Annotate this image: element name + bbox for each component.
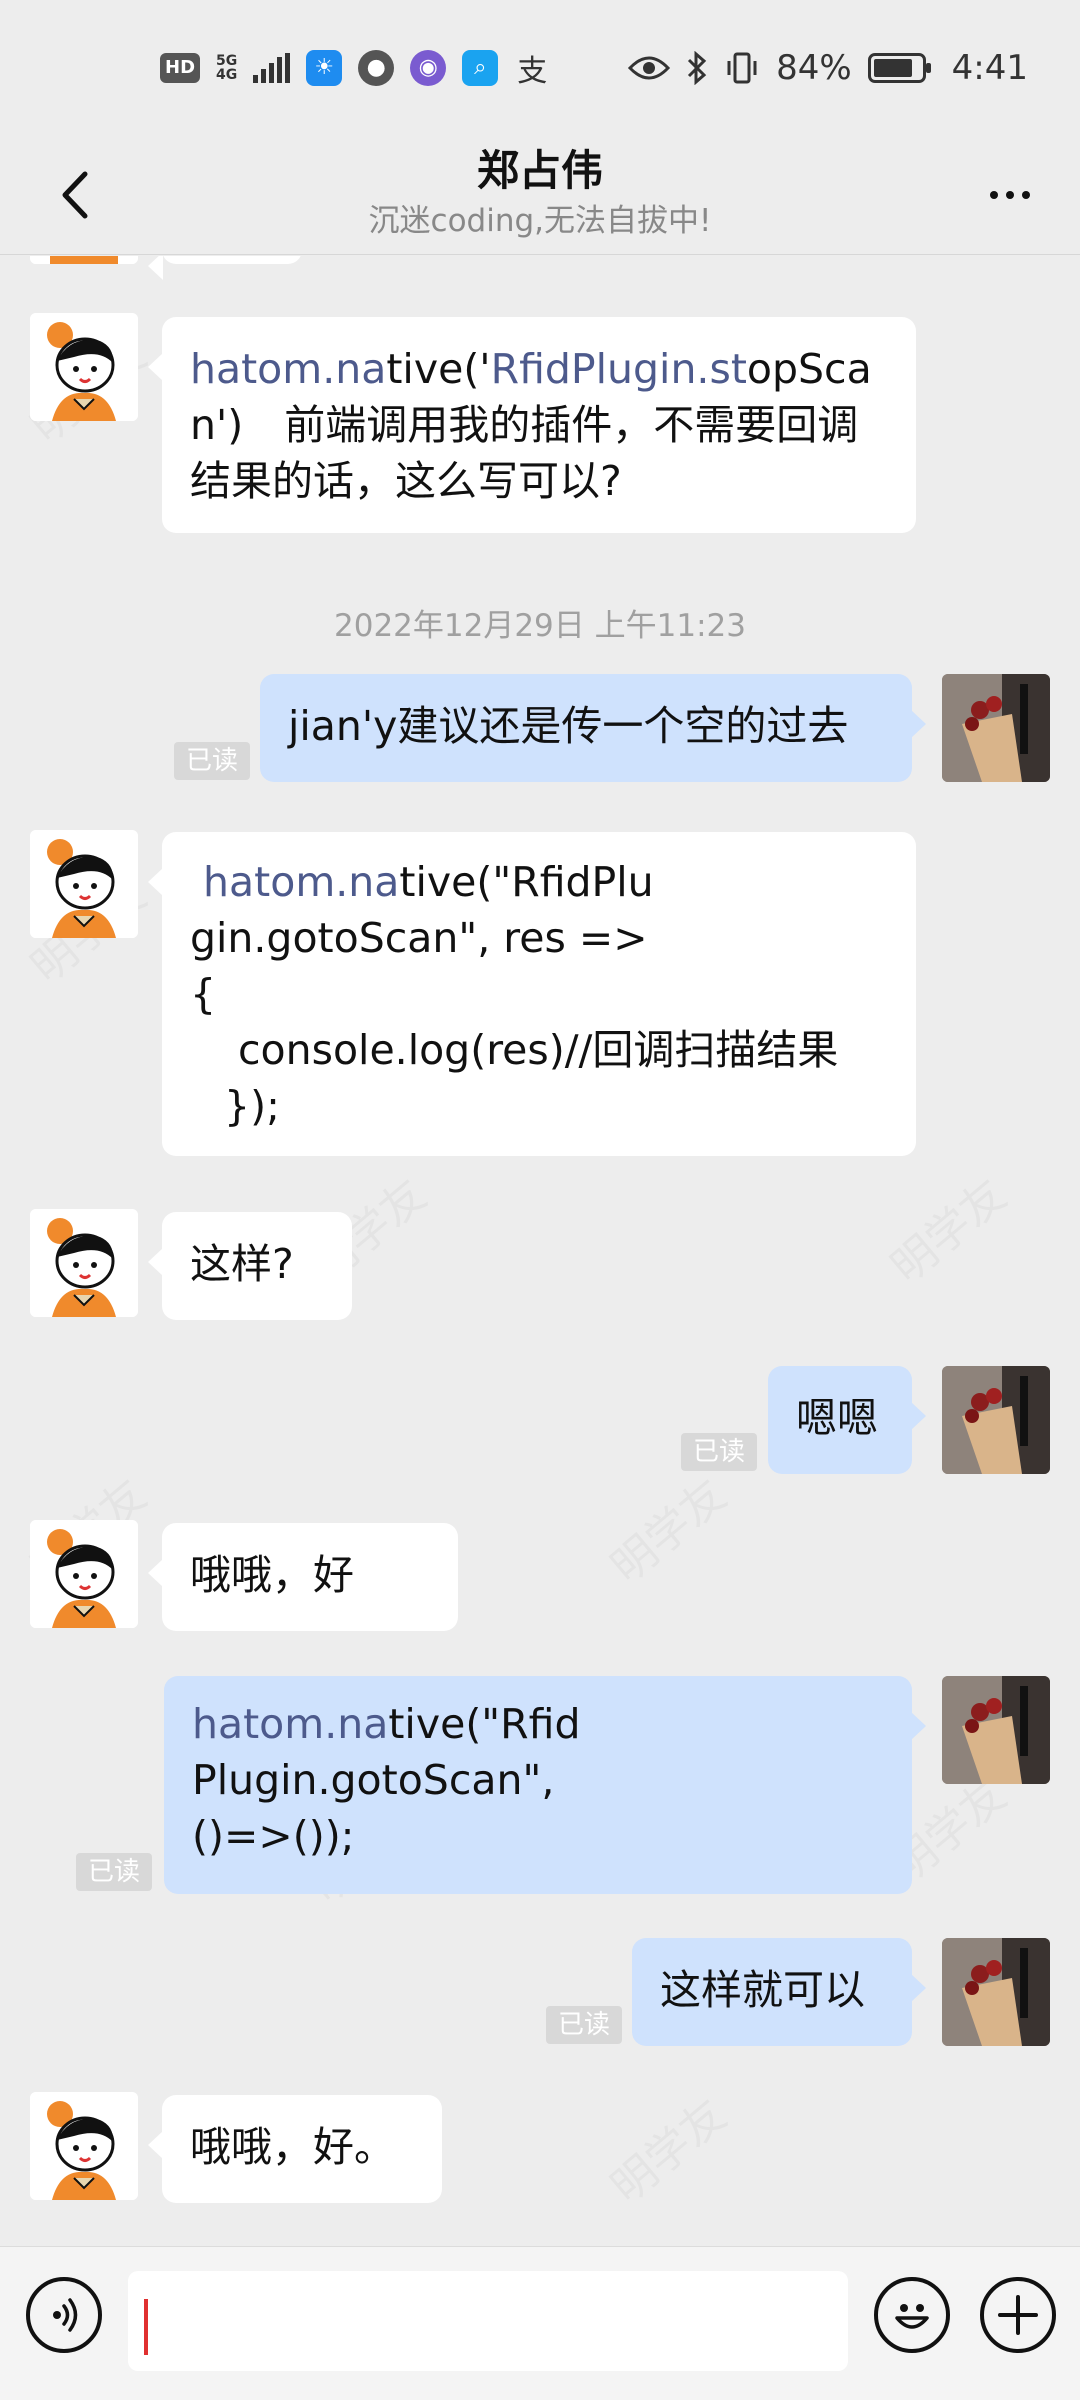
message-bubble-self[interactable]: jian'y建议还是传一个空的过去: [260, 674, 926, 782]
message-bubble[interactable]: 哦哦，好: [148, 1523, 458, 1631]
my-avatar[interactable]: [942, 674, 1050, 782]
chat-header: 郑占伟 沉迷coding,无法自拔中!: [0, 135, 1080, 255]
cartoon-avatar-icon: [30, 830, 138, 938]
contact-avatar[interactable]: [30, 313, 138, 421]
cartoon-avatar-icon: [30, 256, 138, 264]
hd-badge: HD: [160, 52, 201, 83]
more-dot-icon: [1006, 191, 1014, 199]
message-text: jian'y建议还是传一个空的过去: [288, 702, 849, 750]
code-line: hatom.native("RfidPlu: [190, 854, 888, 910]
message-timestamp: 2022年12月29日 上午11:23: [334, 608, 746, 644]
voice-icon: [53, 2298, 78, 2332]
highlighted-text: RfidPlugin.st: [490, 345, 747, 393]
code-line: ()=>());: [192, 1812, 355, 1860]
read-receipt: 已读: [681, 1433, 758, 1471]
battery-percent: 84%: [776, 47, 852, 88]
vibrate-icon: [727, 52, 757, 83]
message-bubble[interactable]: hatom.native('RfidPlugin.stopScan') 前端调用…: [148, 317, 916, 533]
my-avatar[interactable]: [942, 1366, 1050, 1474]
code-line: hatom.native("Rfid: [192, 1696, 884, 1752]
status-bar-right: 84% 4:41: [628, 48, 1028, 88]
more-dot-icon: [1022, 191, 1030, 199]
cartoon-avatar-icon: [30, 1520, 138, 1628]
text-cursor: [144, 2299, 148, 2355]
contact-avatar[interactable]: [30, 256, 138, 264]
message-bubble[interactable]: 哦哦，好。: [148, 2095, 442, 2203]
clock: 4:41: [951, 47, 1028, 88]
weather-icon: ☀: [306, 49, 343, 86]
message-text: 嗯嗯: [796, 1394, 878, 1442]
emoji-icon: [895, 2304, 929, 2329]
highlighted-text: hatom.na: [203, 858, 400, 906]
cartoon-avatar-icon: [30, 2092, 138, 2200]
message-text: 这样?: [190, 1240, 294, 1288]
camera-icon: ◉: [410, 49, 447, 86]
contact-avatar[interactable]: [30, 830, 138, 938]
message-input[interactable]: [128, 2271, 848, 2371]
message-list[interactable]: 明学友 明学友 明学友 明学友 明学友 明学友 明学友 明学友 明学友 明学友 …: [0, 256, 1080, 2246]
message-text: tive("Rfid: [388, 1700, 581, 1748]
message-bubble-partial[interactable]: [148, 256, 302, 280]
contact-avatar[interactable]: [30, 1209, 138, 1317]
message-text: tive("RfidPlu: [399, 858, 654, 906]
message-text: 哦哦，好: [190, 1551, 354, 1599]
signal-icon: [253, 52, 291, 83]
emoji-button[interactable]: [874, 2277, 950, 2353]
contact-name: 郑占伟: [476, 146, 603, 195]
highlighted-text: hatom.na: [190, 345, 387, 393]
watermark: 明学友: [595, 1461, 737, 1595]
voice-input-button[interactable]: [26, 2277, 102, 2353]
plus-icon: [998, 2295, 1038, 2335]
contact-avatar[interactable]: [30, 1520, 138, 1628]
contact-avatar[interactable]: [30, 2092, 138, 2200]
flowers-avatar-icon: [942, 1366, 1050, 1474]
message-bubble[interactable]: 这样?: [148, 1212, 352, 1320]
read-receipt: 已读: [174, 742, 251, 780]
highlighted-text: hatom.na: [192, 1700, 389, 1748]
more-options-button[interactable]: [970, 165, 1050, 225]
alipay-icon: 支: [517, 53, 548, 89]
input-bar: [0, 2246, 1080, 2400]
message-bubble-self[interactable]: 嗯嗯: [768, 1366, 926, 1474]
watermark: 明学友: [595, 2081, 737, 2215]
flowers-avatar-icon: [942, 1676, 1050, 1784]
cartoon-avatar-icon: [30, 313, 138, 421]
cartoon-avatar-icon: [30, 1209, 138, 1317]
message-bubble[interactable]: hatom.native("RfidPlu gin.gotoScan", res…: [148, 832, 916, 1156]
code-line: });: [224, 1082, 280, 1130]
read-receipt: 已读: [76, 1853, 153, 1891]
message-bubble-self[interactable]: 这样就可以: [632, 1938, 926, 2046]
status-bar: HD 5G 4G ☀ ● ◉ ⌕ 支 84% 4:41: [0, 0, 1080, 135]
eye-icon: [628, 56, 671, 79]
code-line: Plugin.gotoScan",: [192, 1756, 555, 1804]
code-line: console.log(res)//回调扫描结果: [238, 1026, 839, 1074]
code-line: gin.gotoScan", res =>: [190, 914, 648, 962]
flowers-avatar-icon: [942, 674, 1050, 782]
message-text: 这样就可以: [660, 1966, 865, 2014]
battery-icon: [867, 52, 931, 83]
read-receipt: 已读: [546, 2006, 623, 2044]
more-dot-icon: [990, 191, 998, 199]
network-sub-label: 4G: [216, 66, 238, 83]
more-functions-button[interactable]: [980, 2277, 1056, 2353]
message-text: tive(': [386, 345, 491, 393]
bluetooth-icon: [688, 50, 707, 85]
watermark: 明学友: [875, 1161, 1017, 1295]
message-bubble-self[interactable]: hatom.native("Rfid Plugin.gotoScan", ()=…: [164, 1676, 926, 1894]
my-avatar[interactable]: [942, 1938, 1050, 2046]
battery-fill: [873, 58, 913, 77]
network-type: 5G 4G: [216, 54, 237, 82]
message-text: 哦哦，好。: [190, 2123, 395, 2171]
my-avatar[interactable]: [942, 1676, 1050, 1784]
code-line: {: [190, 970, 217, 1018]
contact-signature: 沉迷coding,无法自拔中!: [368, 203, 712, 239]
status-bar-left: HD 5G 4G ☀ ● ◉ ⌕ 支: [160, 49, 550, 89]
search-app-icon: ⌕: [462, 49, 499, 86]
message-icon: ●: [358, 49, 395, 86]
flowers-avatar-icon: [942, 1938, 1050, 2046]
